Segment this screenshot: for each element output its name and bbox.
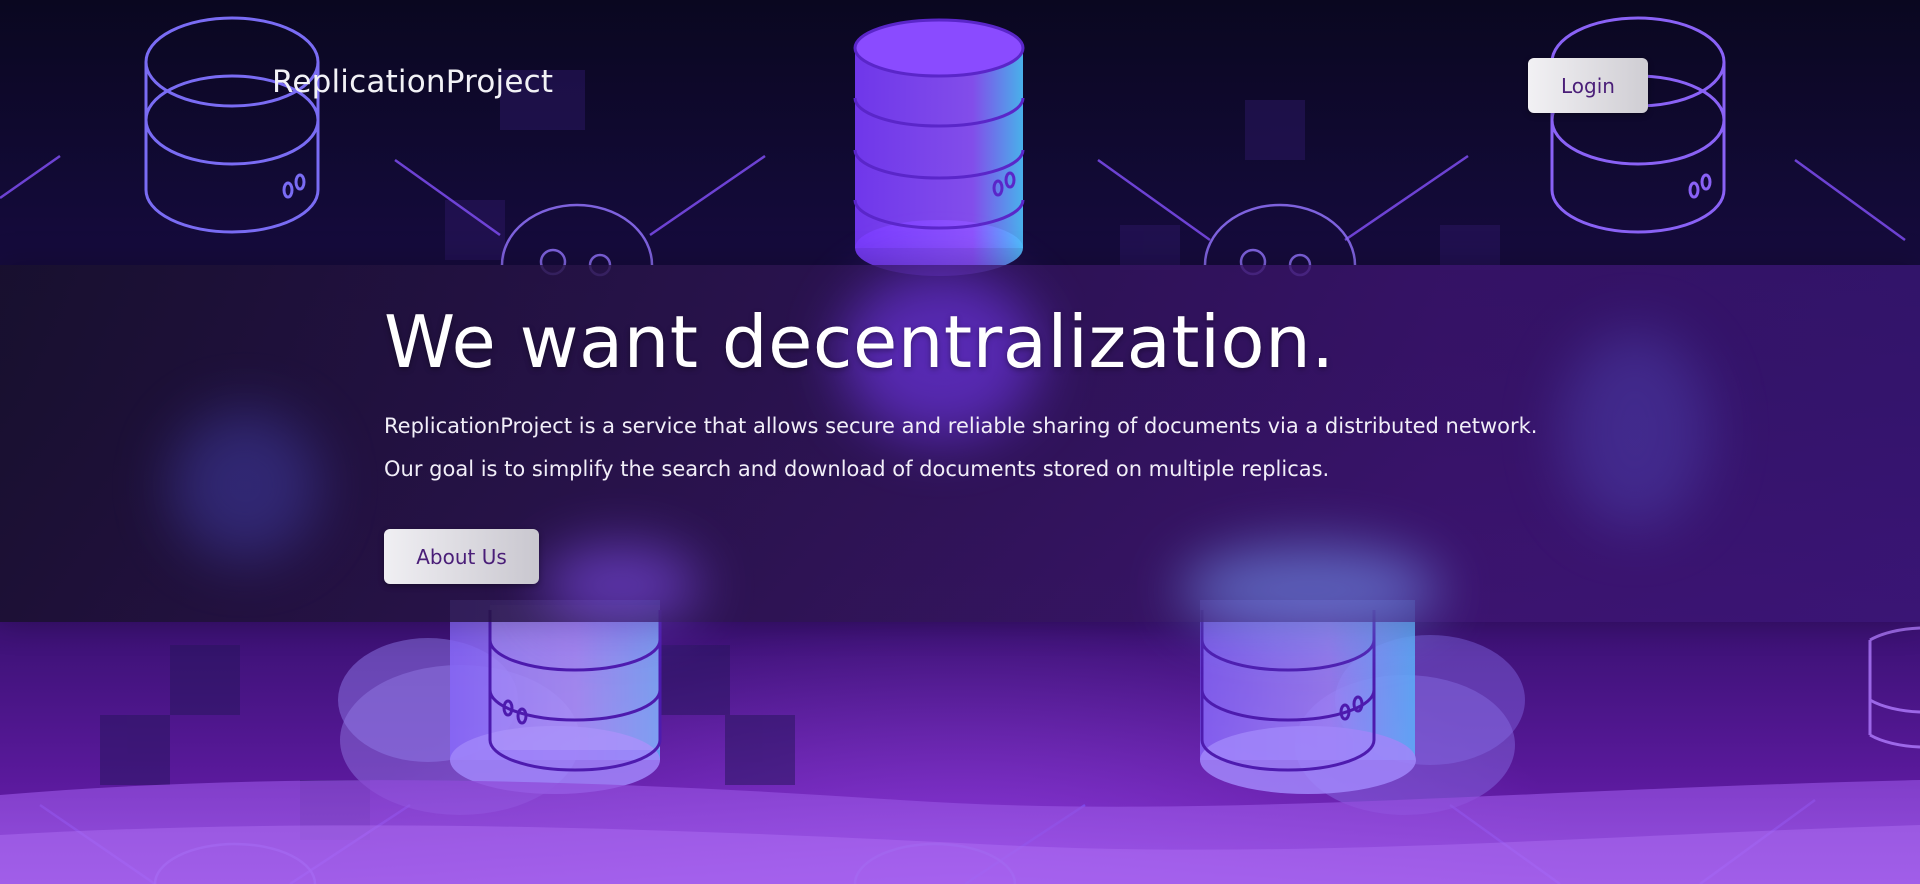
database-icon	[1200, 600, 1525, 815]
hero-glow	[540, 545, 700, 625]
hero-glow	[1560, 330, 1710, 530]
brand-logo[interactable]: ReplicationProject	[272, 64, 553, 100]
login-button[interactable]: Login	[1528, 58, 1648, 113]
landing-page: ReplicationProject Login We want decentr…	[0, 0, 1920, 884]
database-icon	[1868, 626, 1920, 749]
hero-glow	[1180, 545, 1440, 635]
navbar: ReplicationProject Login	[0, 0, 1920, 170]
hero-title: We want decentralization.	[384, 300, 1335, 384]
hero-description: ReplicationProject is a service that all…	[384, 414, 1538, 481]
hero-glow	[170, 410, 320, 560]
about-us-button[interactable]: About Us	[384, 529, 539, 584]
